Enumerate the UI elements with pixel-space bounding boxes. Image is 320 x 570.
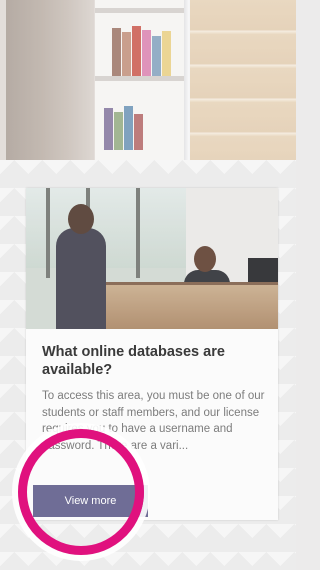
view-more-button[interactable]: View more	[33, 485, 148, 517]
info-card: What online databases are available? To …	[26, 188, 278, 520]
library-shelves-photo	[0, 0, 296, 160]
reception-desk-photo	[26, 188, 278, 329]
card-description: To access this area, you must be one of …	[42, 390, 265, 452]
card-title: What online databases are available?	[42, 344, 225, 378]
